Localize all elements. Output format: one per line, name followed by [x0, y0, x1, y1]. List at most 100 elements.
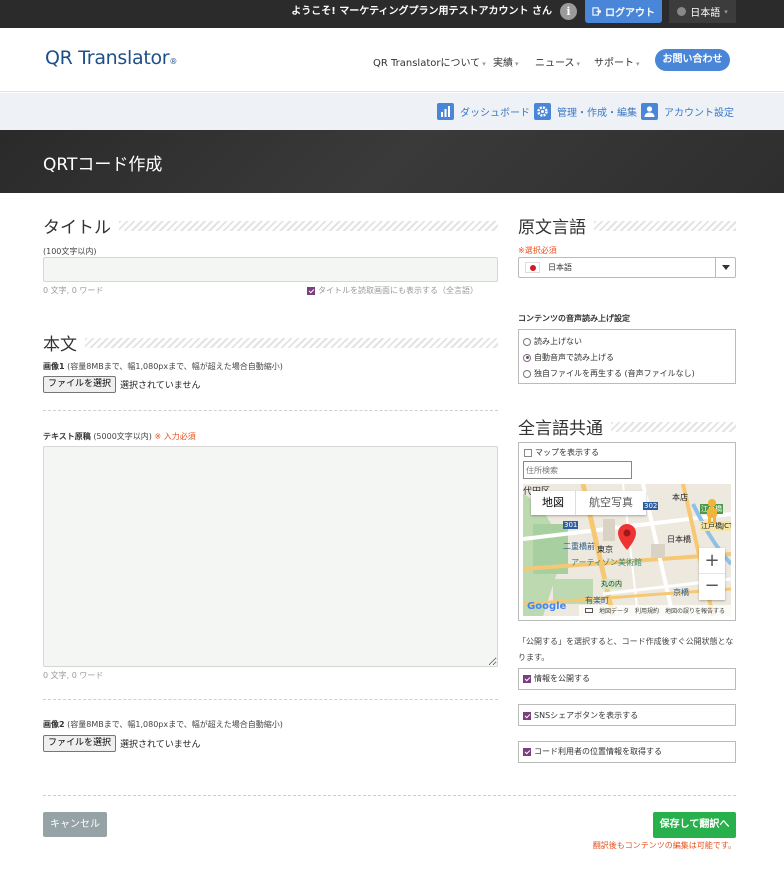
title-show-label: タイトルを読取画面にも表示する（全言語） [318, 286, 478, 295]
image1-label-row: 画像1 (容量8MBまで、幅1,080pxまで、幅が超えた場合自動縮小) [43, 361, 283, 372]
heading-text: 本文 [43, 335, 77, 355]
image2-file-button[interactable]: ファイルを選択 [43, 735, 117, 752]
language-selector[interactable]: 日本語 ▾ [669, 0, 736, 23]
source-language-select[interactable]: 日本語 [518, 257, 736, 278]
map-route-301: 301 [563, 521, 579, 529]
street-view-pegman-icon[interactable] [704, 498, 720, 524]
map-type-toggle: 地図 航空写真 [531, 491, 646, 515]
bar-chart-icon [437, 102, 454, 120]
nav-label: サポート [594, 58, 634, 69]
image1-file-status: 選択されていません [120, 381, 201, 391]
map-label-tokyo: 東京 [597, 545, 613, 554]
gear-icon [534, 102, 551, 120]
image1-hint: (容量8MBまで、幅1,080pxまで、幅が超えた場合自動縮小) [67, 362, 283, 371]
divider [43, 410, 498, 411]
image2-label-row: 画像2 (容量8MBまで、幅1,080pxまで、幅が超えた場合自動縮小) [43, 719, 283, 730]
map-pin-icon[interactable] [618, 524, 636, 550]
logout-button[interactable]: ログアウト [585, 0, 662, 23]
heading-stripe [611, 421, 736, 432]
cancel-button[interactable]: キャンセル [43, 812, 107, 837]
footer-divider [43, 795, 736, 796]
title-input[interactable] [43, 257, 498, 282]
logo[interactable]: QR Translator® [45, 47, 177, 69]
chevron-down-icon: ▾ [576, 60, 581, 68]
nav-item-news[interactable]: ニュース ▾ [535, 54, 580, 69]
map-attribution: 地図データ 利用規約 地図の誤りを報告する [579, 605, 731, 616]
report-error-link[interactable]: 地図の誤りを報告する [665, 606, 725, 615]
terms-link[interactable]: 利用規約 [635, 606, 659, 615]
publish-option[interactable]: 情報を公開する [523, 673, 590, 684]
radio[interactable] [523, 369, 531, 378]
footer-note: 翻訳後もコンテンツの編集は可能です。 [592, 841, 736, 850]
chevron-down-icon: ▾ [482, 60, 486, 68]
image2-file-status: 選択されていません [120, 740, 201, 750]
welcome-message: ようこそ! マーケティングプラン用テストアカウント さん [291, 6, 552, 17]
map-view[interactable]: 代田区 地図 航空写真 本店 江戸橋 江戸橋JCT 301 302 二重橋前 東… [523, 484, 731, 616]
required-mark: ※ 入力必須 [154, 432, 196, 441]
radio[interactable] [523, 353, 531, 362]
text-label-row: テキスト原稿 (5000文字以内) ※ 入力必須 [43, 431, 196, 442]
nav-item-results[interactable]: 実績 ▾ [493, 54, 519, 69]
logout-icon [592, 7, 601, 16]
tts-option-none[interactable]: 読み上げない [523, 336, 582, 347]
source-required-note: ※選択必須 [518, 246, 557, 255]
text-hint: (5000文字以内) [93, 432, 152, 441]
map-label-artizon: アーティゾン美術館 [571, 558, 643, 567]
chevron-down-icon: ▾ [636, 60, 640, 68]
japan-flag-icon [525, 262, 540, 273]
subnav-dashboard[interactable]: ダッシュボード [437, 102, 530, 120]
option-label: 独自ファイルを再生する (音声ファイルなし) [534, 369, 695, 378]
page-title: QRTコード作成 [43, 155, 163, 175]
tts-option-auto[interactable]: 自動音声で読み上げる [523, 352, 614, 363]
globe-icon [677, 7, 687, 16]
option-label: 自動音声で読み上げる [534, 353, 614, 362]
subnav-account[interactable]: アカウント設定 [641, 102, 734, 120]
body-textarea[interactable] [43, 446, 498, 667]
zoom-in-button[interactable]: + [699, 548, 725, 574]
map-label-store: 本店 [672, 493, 688, 502]
zoom-out-button[interactable]: − [699, 574, 725, 600]
image1-file-button[interactable]: ファイルを選択 [43, 376, 117, 393]
tts-option-file[interactable]: 独自ファイルを再生する (音声ファイルなし) [523, 368, 695, 379]
title-char-count: 0 文字, 0 ワード [43, 286, 104, 295]
title-show-checkbox[interactable] [307, 286, 315, 295]
text-label: テキスト原稿 [43, 432, 91, 441]
image2-label: 画像2 [43, 720, 65, 729]
title-section-heading: タイトル [43, 213, 498, 238]
title-show-option[interactable]: タイトルを読取画面にも表示する（全言語） [307, 285, 478, 296]
image1-label: 画像1 [43, 362, 65, 371]
nav-label: QR Translatorについて [373, 58, 481, 69]
location-option[interactable]: コード利用者の位置情報を取得する [523, 746, 662, 757]
map-show-option[interactable]: マップを表示する [524, 447, 599, 458]
subnav-label: ダッシュボード [460, 107, 530, 119]
nav-item-about[interactable]: QR Translatorについて ▾ [373, 54, 486, 69]
divider [43, 699, 498, 700]
chevron-down-icon: ▾ [724, 7, 728, 16]
radio[interactable] [523, 337, 531, 346]
map-show-checkbox[interactable] [524, 448, 532, 457]
map-tab-map[interactable]: 地図 [531, 491, 576, 515]
map-data-label: 地図データ [599, 608, 630, 615]
map-label-kyobashi: 京橋 [673, 588, 689, 597]
option-label: コード利用者の位置情報を取得する [534, 747, 662, 756]
publish-checkbox[interactable] [523, 674, 531, 683]
heading-stripe [594, 220, 736, 231]
option-label: SNSシェアボタンを表示する [534, 711, 639, 720]
nav-item-support[interactable]: サポート ▾ [594, 54, 640, 69]
heading-text: タイトル [43, 218, 111, 238]
save-translate-button[interactable]: 保存して翻訳へ [653, 812, 736, 838]
map-tab-satellite[interactable]: 航空写真 [576, 491, 646, 515]
source-language-heading: 原文言語 [518, 213, 736, 238]
heading-text: 原文言語 [518, 218, 586, 238]
sns-checkbox[interactable] [523, 711, 531, 720]
info-icon[interactable]: i [560, 3, 577, 20]
subnav-manage[interactable]: 管理・作成・編集 [534, 102, 637, 120]
address-search-input[interactable] [523, 461, 632, 479]
location-checkbox[interactable] [523, 747, 531, 756]
language-label: 日本語 [690, 8, 721, 19]
body-char-count: 0 文字, 0 ワード [43, 671, 104, 680]
contact-button[interactable]: お問い合わせ [655, 49, 730, 71]
sns-option[interactable]: SNSシェアボタンを表示する [523, 710, 638, 721]
map-label-marunouchi: 丸の内 [601, 579, 622, 589]
logo-mark: ® [169, 57, 178, 66]
